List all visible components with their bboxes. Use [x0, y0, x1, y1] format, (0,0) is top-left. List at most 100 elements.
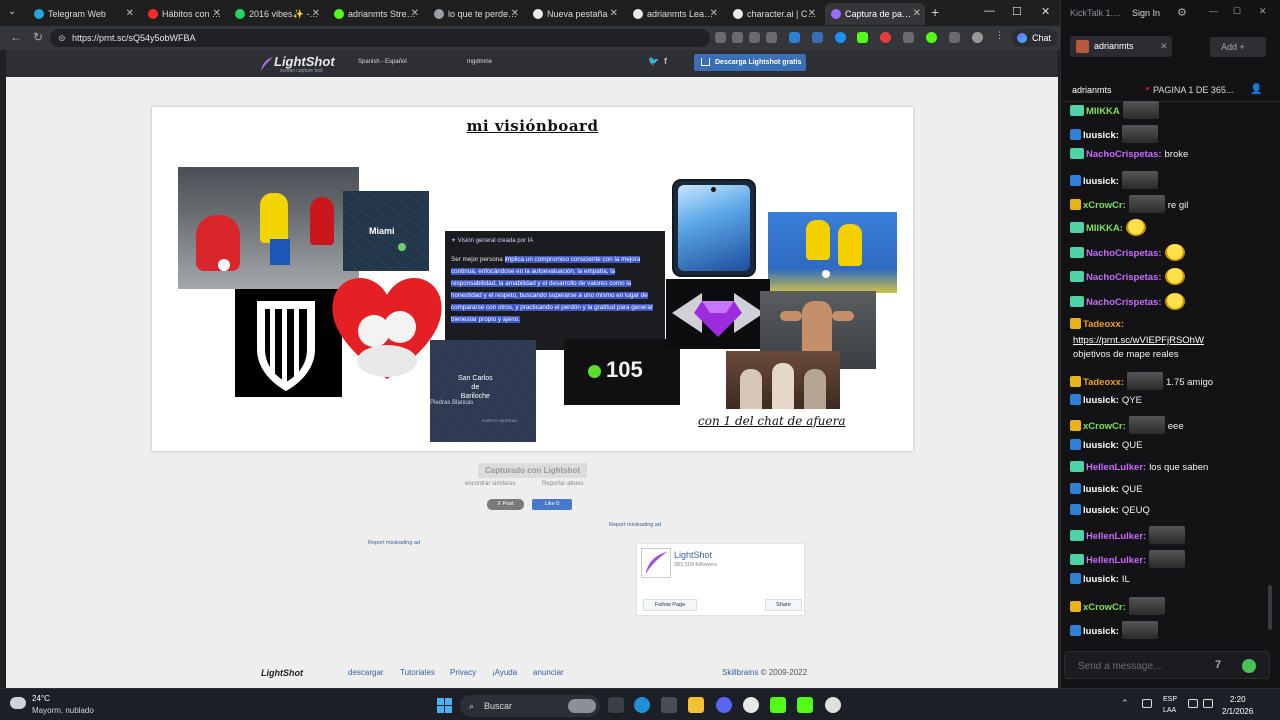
kick-app-icon[interactable]	[770, 697, 786, 713]
chat-messages[interactable]: MIIKKA luusick: NachoCrispetas: broke luusic…	[1070, 101, 1266, 641]
chat-message[interactable]: HellenLulker:	[1070, 550, 1266, 568]
browser-tab[interactable]: Telegram Web ✕	[28, 3, 138, 25]
chat-username[interactable]: luusick:	[1083, 574, 1119, 585]
screenshot-image[interactable]: mi visiónboard Miami Visión	[152, 107, 913, 451]
maximize-icon[interactable]: ☐	[1012, 5, 1022, 18]
weather-description[interactable]: Mayorm. nublado	[32, 706, 94, 715]
footer-link-help[interactable]: ¡Ayuda	[492, 668, 517, 677]
lightshot-page-avatar[interactable]	[641, 548, 671, 578]
address-bar[interactable]: ⊜ https://prnt.sc/sQ54y5obWFBA	[50, 29, 710, 47]
close-tab-icon[interactable]: ✕	[213, 8, 221, 19]
footer-link-download[interactable]: descargar	[348, 668, 384, 677]
language-selector[interactable]: Spanish - Español	[358, 59, 407, 65]
browser-tab[interactable]: adrianmts Stream ✕	[328, 3, 423, 25]
chat-username[interactable]: luusick:	[1083, 505, 1119, 516]
chat-message[interactable]: luusick: QYE	[1070, 394, 1266, 407]
chat-username[interactable]: MIIKKA:	[1086, 223, 1123, 234]
kt-maximize-icon[interactable]: ☐	[1233, 6, 1241, 17]
chat-message[interactable]: HellenLulker: los que saben	[1070, 461, 1266, 474]
skillbrains-link[interactable]: Skillbrains	[722, 668, 758, 677]
chat-username[interactable]: HellenLulker:	[1086, 555, 1146, 566]
chat-input[interactable]: Send a message... 7	[1064, 651, 1270, 679]
menu-dots-icon[interactable]: ⋮	[995, 30, 1006, 41]
site-info-icon[interactable]: ⊜	[58, 29, 66, 47]
bookmark-star-icon[interactable]	[766, 32, 777, 43]
chat-username[interactable]: Tadeoxx:	[1083, 377, 1124, 388]
extension-kick-icon[interactable]	[857, 32, 868, 43]
extensions-puzzle-icon[interactable]	[903, 32, 914, 43]
minimize-icon[interactable]: —	[984, 5, 995, 17]
keyboard-layout[interactable]: LAA	[1163, 707, 1176, 714]
weather-temperature[interactable]: 24°C	[32, 694, 50, 703]
footer-link-privacy[interactable]: Privacy	[450, 668, 476, 677]
chat-message[interactable]: NachoCrispetas: broke	[1070, 148, 1266, 161]
chat-username[interactable]: xCrowCr:	[1083, 602, 1126, 613]
lightshot-logo[interactable]: LightShot	[274, 54, 335, 69]
report-ad-link[interactable]: Report misleading ad	[368, 540, 420, 546]
chat-username[interactable]: luusick:	[1083, 176, 1119, 187]
chat-username[interactable]: luusick:	[1083, 130, 1119, 141]
chat-username[interactable]: luusick:	[1083, 484, 1119, 495]
chat-username[interactable]: NachoCrispetas:	[1086, 272, 1162, 283]
extension-audio-icon[interactable]	[812, 32, 823, 43]
chat-username[interactable]: luusick:	[1083, 626, 1119, 637]
chat-message[interactable]: xCrowCr: eee	[1070, 416, 1266, 434]
facebook-page-name[interactable]: LightShot	[674, 550, 712, 560]
captured-with-label[interactable]: Capturado con Lightshot	[478, 463, 588, 478]
chat-message[interactable]: luusick: QEUQ	[1070, 504, 1266, 517]
close-tab-icon[interactable]: ✕	[913, 8, 921, 19]
reading-list-icon[interactable]	[949, 32, 960, 43]
report-ad-link[interactable]: Report misleading ad	[609, 522, 661, 528]
chat-message[interactable]: xCrowCr: re gil	[1070, 195, 1266, 213]
x-post-button[interactable]: X Post	[487, 499, 524, 510]
user-list-icon[interactable]: 👤	[1250, 84, 1262, 95]
chat-username[interactable]: MIIKKA	[1086, 106, 1120, 117]
close-tab-icon[interactable]: ✕	[411, 8, 419, 19]
volume-icon[interactable]	[1203, 699, 1213, 708]
chrome-icon[interactable]	[743, 697, 759, 713]
close-tab-icon[interactable]: ✕	[710, 8, 718, 19]
footer-link-advertise[interactable]: anunciar	[533, 668, 564, 677]
close-tab-icon[interactable]: ✕	[1160, 41, 1168, 52]
browser-tab[interactable]: 2016 vibes✨ - pla ✕	[229, 3, 324, 25]
settings-gear-icon[interactable]: ⚙	[1177, 6, 1187, 19]
chat-message[interactable]: luusick:	[1070, 621, 1266, 639]
close-tab-icon[interactable]: ✕	[610, 8, 618, 19]
facebook-icon[interactable]: f	[664, 56, 667, 66]
file-explorer-icon[interactable]	[688, 697, 704, 713]
chat-message[interactable]: NachoCrispetas:	[1070, 268, 1266, 285]
close-tab-icon[interactable]: ✕	[511, 8, 519, 19]
extension-7tv-icon[interactable]	[789, 32, 800, 43]
chat-message[interactable]: xCrowCr:	[1070, 597, 1266, 615]
chat-message[interactable]: NachoCrispetas:	[1070, 244, 1266, 261]
install-icon[interactable]	[715, 32, 726, 43]
chat-username[interactable]: HellenLulker:	[1086, 462, 1146, 473]
facebook-like-button[interactable]: Like 0	[532, 499, 572, 510]
browser-tab[interactable]: adrianmts Leaderb ✕	[627, 3, 722, 25]
clock-date[interactable]: 2/1/2026	[1222, 707, 1253, 716]
taskbar-search[interactable]: ⌕ Buscar	[460, 695, 600, 717]
weather-cloud-icon[interactable]	[10, 697, 26, 709]
back-icon[interactable]: ←	[10, 30, 22, 44]
browser-tab[interactable]: lo que te perdes p ✕	[428, 3, 523, 25]
chat-username[interactable]: xCrowCr:	[1083, 200, 1126, 211]
clock-time[interactable]: 2:20	[1230, 695, 1246, 704]
chat-button[interactable]: Chat	[1012, 29, 1058, 47]
footer-link-tutorials[interactable]: Tutoriales	[400, 668, 435, 677]
kick-emote-icon[interactable]	[1242, 659, 1256, 673]
chat-message[interactable]: luusick: QUE	[1070, 483, 1266, 496]
browser-tab[interactable]: Hábitos con Yosoyp✕	[142, 3, 225, 25]
chat-message[interactable]: luusick: IL	[1070, 573, 1266, 586]
kicktalk-app-icon[interactable]	[797, 697, 813, 713]
user-name[interactable]: mgdmme	[467, 59, 492, 65]
follow-page-button[interactable]: Follow Page	[643, 599, 697, 611]
chat-message[interactable]: HellenLulker:	[1070, 526, 1266, 544]
chat-username[interactable]: HellenLulker:	[1086, 531, 1146, 542]
close-tab-icon[interactable]: ✕	[126, 8, 134, 19]
extension-blue-icon[interactable]	[835, 32, 846, 43]
onedrive-icon[interactable]	[1142, 699, 1152, 708]
chat-message[interactable]: https://prnt.sc/wVIEPFjRSOhW	[1070, 335, 1266, 347]
kt-close-icon[interactable]: ✕	[1259, 6, 1267, 17]
input-language[interactable]: ESP	[1163, 696, 1177, 703]
channel-tab-adrianmts[interactable]: adrianmts ✕	[1070, 36, 1172, 57]
